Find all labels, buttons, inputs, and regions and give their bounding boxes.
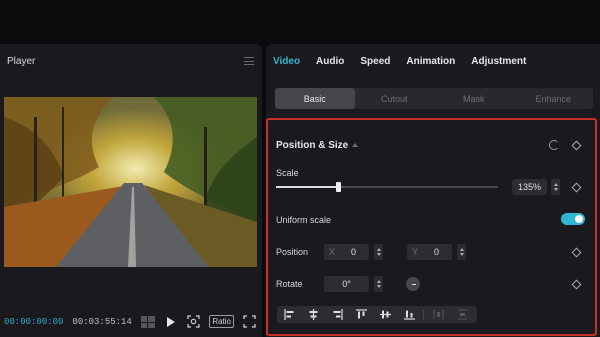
video-preview[interactable]	[4, 97, 257, 267]
x-axis-label: X	[329, 247, 336, 257]
position-keyframe-icon[interactable]	[571, 247, 582, 258]
distribute-horizontal-icon[interactable]	[426, 306, 450, 323]
y-axis-label: Y	[412, 247, 419, 257]
align-right-icon[interactable]	[325, 306, 349, 323]
reset-icon[interactable]	[549, 140, 559, 150]
player-panel: Player 00:00:00:00 00:03:55:14 Ratio	[0, 44, 262, 337]
keyframe-diamond-icon[interactable]	[571, 140, 582, 151]
subtab-basic[interactable]: Basic	[275, 88, 355, 109]
scale-value: 135%	[517, 182, 542, 192]
collapse-chevron-icon[interactable]	[352, 143, 359, 147]
player-controls: 00:00:00:00 00:03:55:14 Ratio	[0, 310, 262, 334]
autumn-road-image	[4, 97, 257, 267]
current-timecode: 00:00:00:00	[4, 317, 64, 327]
total-timecode: 00:03:55:14	[72, 317, 132, 327]
align-top-icon[interactable]	[349, 306, 373, 323]
alignment-toolbar	[277, 306, 477, 323]
distribute-vertical-icon[interactable]	[450, 306, 474, 323]
hamburger-menu-icon[interactable]	[244, 57, 254, 65]
grid-icon[interactable]	[140, 316, 155, 328]
player-header: Player	[0, 44, 262, 78]
tab-animation[interactable]: Animation	[406, 56, 455, 67]
scale-slider-thumb[interactable]	[336, 182, 342, 192]
position-x-field[interactable]: X 0	[324, 244, 369, 260]
inspector-panel: Video Audio Speed Animation Adjustment B…	[266, 44, 600, 337]
play-icon[interactable]	[166, 317, 175, 327]
align-bottom-icon[interactable]	[397, 306, 421, 323]
scale-keyframe-icon[interactable]	[571, 182, 582, 193]
align-center-horizontal-icon[interactable]	[301, 306, 325, 323]
ratio-button[interactable]: Ratio	[209, 315, 234, 328]
rotate-label: Rotate	[276, 279, 303, 289]
fullscreen-icon[interactable]	[243, 315, 256, 328]
scale-value-field[interactable]: 135%	[512, 179, 547, 195]
position-y-field[interactable]: Y 0	[407, 244, 452, 260]
scale-slider[interactable]	[276, 182, 498, 192]
rotate-stepper[interactable]	[374, 276, 383, 292]
section-title[interactable]: Position & Size	[276, 140, 359, 151]
rotate-field[interactable]: 0°	[324, 276, 369, 292]
align-center-vertical-icon[interactable]	[373, 306, 397, 323]
position-size-section: Position & Size Scale 135% Uniform scale…	[266, 118, 597, 336]
tab-speed[interactable]: Speed	[360, 56, 390, 67]
tab-audio[interactable]: Audio	[316, 56, 344, 67]
tab-video[interactable]: Video	[273, 56, 300, 67]
rotate-value: 0°	[342, 279, 351, 289]
rotate-dial[interactable]	[406, 277, 420, 291]
player-title: Player	[7, 55, 36, 67]
scale-label: Scale	[276, 168, 299, 178]
align-separator	[423, 309, 424, 320]
position-x-stepper[interactable]	[374, 244, 383, 260]
uniform-scale-toggle[interactable]	[561, 213, 585, 225]
sub-tabs: Basic Cutout Mask Enhance	[275, 88, 593, 109]
scale-slider-fill	[276, 186, 339, 188]
position-label: Position	[276, 247, 309, 257]
rotate-keyframe-icon[interactable]	[571, 279, 582, 290]
inspector-tabs: Video Audio Speed Animation Adjustment	[266, 44, 600, 78]
tab-adjustment[interactable]: Adjustment	[471, 56, 526, 67]
section-title-text: Position & Size	[276, 140, 349, 151]
uniform-scale-label: Uniform scale	[276, 215, 332, 225]
align-left-icon[interactable]	[277, 306, 301, 323]
subtab-mask[interactable]: Mask	[434, 88, 514, 109]
subtab-cutout[interactable]: Cutout	[355, 88, 435, 109]
x-value: 0	[351, 247, 357, 257]
scale-stepper[interactable]	[551, 179, 560, 195]
zoom-fit-icon[interactable]	[187, 315, 200, 328]
position-y-stepper[interactable]	[457, 244, 466, 260]
y-value: 0	[434, 247, 440, 257]
subtab-enhance[interactable]: Enhance	[514, 88, 594, 109]
